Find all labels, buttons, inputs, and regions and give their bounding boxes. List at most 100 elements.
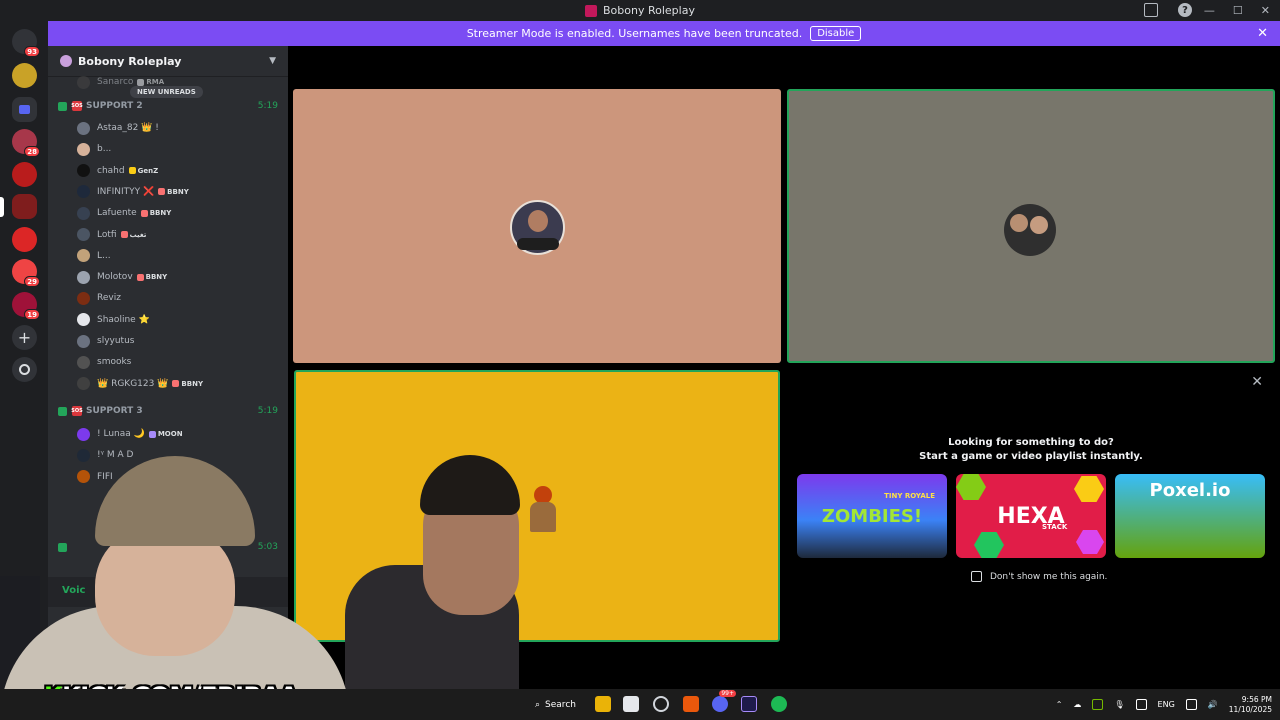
- avatar: [77, 313, 90, 327]
- channel-name: SUPPORT 3: [86, 406, 143, 416]
- voice-member[interactable]: chahd GenZ: [77, 163, 158, 179]
- nvidia-icon[interactable]: [1092, 699, 1104, 710]
- sos-icon: SOS: [71, 406, 83, 416]
- network-icon[interactable]: [1185, 699, 1197, 710]
- voice-member[interactable]: L...: [77, 248, 111, 264]
- activity-close-icon[interactable]: ✕: [1251, 374, 1263, 390]
- taskbar-clock[interactable]: 9:56 PM 11/10/2025: [1229, 695, 1272, 715]
- voice-channel-support3[interactable]: SOS SUPPORT 3 5:19: [58, 403, 278, 419]
- channel-timer: 5:19: [257, 101, 278, 111]
- member-tag: BBNY: [172, 380, 203, 388]
- member-name: ! Lunaa 🌙: [97, 429, 145, 439]
- server-icon-4[interactable]: [12, 227, 37, 252]
- voice-member[interactable]: 👑 RGKG123 👑 BBNY: [77, 376, 203, 392]
- video-person-overlay: [345, 455, 520, 689]
- avatar: [77, 185, 90, 199]
- voice-member[interactable]: Lafuente BBNY: [77, 205, 171, 221]
- cloud-icon[interactable]: ☁: [1073, 700, 1081, 709]
- voice-member[interactable]: Shaoline ⭐: [77, 312, 150, 328]
- file-explorer-icon[interactable]: [595, 696, 611, 712]
- member-name: L...: [97, 250, 111, 261]
- folder-icon[interactable]: [12, 97, 37, 122]
- server-icon-bobony[interactable]: [0, 194, 37, 219]
- clock-time: 9:56 PM: [1241, 694, 1272, 704]
- avatar: [77, 75, 90, 89]
- discord-icon[interactable]: 99+: [712, 690, 736, 712]
- premiere-icon[interactable]: [741, 696, 757, 712]
- avatar: [77, 291, 90, 305]
- member-tag: تغيب: [120, 231, 146, 239]
- disable-button[interactable]: Disable: [810, 26, 862, 41]
- windows-taskbar: ⌕ Search 99+ ⌃ ☁ 🎙 ENG 🔊 9:56 PM 11/10/2…: [0, 689, 1280, 720]
- avatar: [77, 355, 90, 369]
- voice-channel-support2[interactable]: SOS SUPPORT 2 5:19: [58, 98, 278, 114]
- video-tile-2[interactable]: [787, 89, 1275, 363]
- video-tile-1[interactable]: [293, 89, 781, 363]
- member-tag: BBNY: [158, 188, 189, 196]
- member-name: 👑 RGKG123 👑: [97, 378, 169, 389]
- chevron-up-icon[interactable]: ⌃: [1056, 700, 1063, 709]
- lock-icon: [58, 406, 67, 416]
- channel-timer: 5:19: [257, 406, 278, 416]
- server-icon-6[interactable]: 19: [12, 292, 40, 320]
- activity-subheading: Start a game or video playlist instantly…: [919, 451, 1143, 462]
- member-name: chahd: [97, 165, 125, 176]
- discord-home-icon[interactable]: 93: [12, 29, 40, 57]
- add-server-icon[interactable]: +: [12, 325, 37, 350]
- voice-member[interactable]: slyyutus: [77, 333, 134, 349]
- game-card-poxel[interactable]: Poxel.io: [1115, 474, 1265, 558]
- streamer-mode-banner: Streamer Mode is enabled. Usernames have…: [48, 21, 1280, 46]
- member-tag: RMA: [137, 78, 164, 86]
- server-2-badge: 28: [24, 146, 40, 157]
- close-button[interactable]: ✕: [1261, 4, 1270, 17]
- server-header[interactable]: Bobony Roleplay ▼: [48, 46, 288, 77]
- server-icon-5[interactable]: 29: [12, 259, 40, 287]
- voice-member[interactable]: Astaa_82 👑 !: [77, 120, 159, 136]
- webcam-overlay: KKICK.COM/FRIRAA: [0, 456, 350, 720]
- member-name: Sanarco: [97, 77, 134, 87]
- voice-member[interactable]: smooks: [77, 354, 131, 370]
- server-icon-1[interactable]: [12, 63, 37, 88]
- voice-member[interactable]: Reviz: [77, 290, 121, 306]
- help-icon[interactable]: ?: [1178, 3, 1192, 17]
- avatar: [77, 206, 90, 220]
- chevron-down-icon[interactable]: ▼: [269, 56, 276, 66]
- minimize-button[interactable]: —: [1204, 4, 1215, 17]
- inbox-icon[interactable]: [1144, 3, 1158, 17]
- avatar: [77, 427, 90, 441]
- dont-show-again[interactable]: Don't show me this again.: [971, 571, 1107, 582]
- member-name: INFINITYY ❌: [97, 186, 155, 197]
- avatar: [77, 121, 90, 135]
- avatar: [77, 270, 90, 284]
- avatar: [77, 249, 90, 263]
- server-icon-2[interactable]: 28: [12, 129, 40, 157]
- activity-heading: Looking for something to do?: [948, 437, 1114, 448]
- dont-show-checkbox[interactable]: [971, 571, 982, 582]
- channel-name: SUPPORT 2: [86, 101, 143, 111]
- voice-member[interactable]: Molotov BBNY: [77, 269, 167, 285]
- game-card-hexa[interactable]: HEXA STACK: [956, 474, 1106, 558]
- new-unreads-pill[interactable]: NEW UNREADS: [130, 86, 203, 98]
- language-indicator[interactable]: ENG: [1158, 700, 1175, 709]
- banner-close-icon[interactable]: ✕: [1257, 26, 1268, 41]
- game-title: ZOMBIES!: [821, 505, 923, 527]
- keyboard-icon[interactable]: [1135, 699, 1147, 710]
- search-label: Search: [545, 699, 576, 710]
- spotify-icon[interactable]: [771, 696, 787, 712]
- voice-member[interactable]: Lotfi تغيب: [77, 227, 146, 243]
- server-name: Bobony Roleplay: [78, 54, 182, 68]
- maximize-button[interactable]: ☐: [1233, 4, 1243, 17]
- discover-icon[interactable]: [12, 357, 37, 382]
- microphone-icon[interactable]: 🎙: [1114, 700, 1124, 709]
- voice-member[interactable]: ! Lunaa 🌙 MOON: [77, 426, 183, 442]
- taskbar-search[interactable]: ⌕ Search: [527, 694, 582, 715]
- game-card-zombies[interactable]: TINY ROYALE ZOMBIES!: [797, 474, 947, 558]
- volume-icon[interactable]: 🔊: [1208, 700, 1218, 709]
- voice-member[interactable]: b...: [77, 141, 111, 157]
- brave-icon[interactable]: [683, 696, 699, 712]
- obs-icon[interactable]: [653, 696, 669, 712]
- voice-member[interactable]: INFINITYY ❌ BBNY: [77, 184, 189, 200]
- member-name: Shaoline ⭐: [97, 314, 150, 325]
- snipping-tool-icon[interactable]: [623, 696, 639, 712]
- server-icon-3[interactable]: [12, 162, 37, 187]
